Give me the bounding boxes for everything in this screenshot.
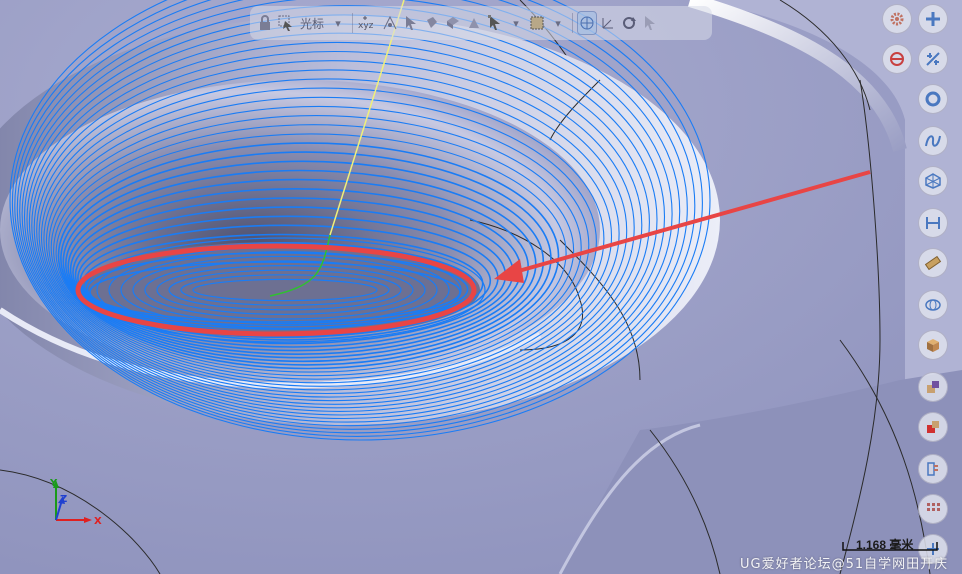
selection-box-icon[interactable] bbox=[528, 12, 546, 34]
constraint-icon[interactable] bbox=[918, 44, 948, 74]
body-select-icon[interactable] bbox=[444, 12, 462, 34]
dimension-icon[interactable] bbox=[918, 208, 948, 238]
triad-x-arrow bbox=[84, 517, 92, 523]
snap-point-icon[interactable] bbox=[381, 12, 399, 34]
sphere-icon[interactable] bbox=[918, 290, 948, 320]
cube-wireframe-icon[interactable] bbox=[918, 166, 948, 196]
color-swatch-purple-icon[interactable] bbox=[918, 372, 948, 402]
right-resource-bar bbox=[880, 0, 956, 574]
triad-z-label: Z bbox=[60, 494, 67, 505]
snap-mode-label[interactable]: 光标 bbox=[298, 12, 326, 34]
coordinate-system-icon[interactable] bbox=[599, 12, 617, 34]
box-shade-icon[interactable] bbox=[918, 330, 948, 360]
cursor-select-icon[interactable] bbox=[277, 12, 295, 34]
view-triad[interactable]: Y Z X bbox=[42, 476, 112, 536]
chevron-down-icon[interactable]: ▾ bbox=[549, 12, 567, 34]
settings-gear-icon[interactable] bbox=[882, 4, 912, 34]
lock-icon[interactable] bbox=[256, 12, 274, 34]
circle-icon[interactable] bbox=[918, 84, 948, 114]
arrow-select-icon[interactable] bbox=[402, 12, 420, 34]
layers-icon[interactable] bbox=[918, 454, 948, 484]
cursor-icon[interactable] bbox=[641, 12, 659, 34]
selection-toolbar: 光标 ▾ xyz ▾ ▾ bbox=[250, 6, 712, 40]
ruler-icon[interactable] bbox=[918, 248, 948, 278]
triad-y-label: Y bbox=[49, 478, 58, 489]
face-select-icon[interactable] bbox=[423, 12, 441, 34]
chevron-down-icon[interactable]: ▾ bbox=[507, 12, 525, 34]
color-swatch-red-icon[interactable] bbox=[918, 412, 948, 442]
chevron-down-icon[interactable]: ▾ bbox=[329, 12, 347, 34]
view-triad-icon[interactable] bbox=[577, 11, 598, 35]
xyz-coordinate-icon[interactable]: xyz bbox=[358, 12, 378, 34]
edge-select-icon[interactable] bbox=[465, 12, 483, 34]
svg-text:xyz: xyz bbox=[358, 21, 374, 31]
add-plus-icon[interactable] bbox=[918, 4, 948, 34]
scale-value: 1.168 毫米 bbox=[856, 538, 914, 552]
triad-x-label: X bbox=[94, 516, 102, 527]
toolbar-separator bbox=[572, 13, 574, 33]
graphics-window[interactable] bbox=[0, 0, 962, 574]
toolbar-separator bbox=[352, 13, 354, 33]
grid-dots-icon[interactable] bbox=[918, 494, 948, 524]
no-entry-icon[interactable] bbox=[882, 44, 912, 74]
curve-icon[interactable] bbox=[918, 126, 948, 156]
filter-icon[interactable] bbox=[486, 12, 504, 34]
cad-model-view[interactable] bbox=[0, 0, 962, 574]
rotate-view-icon[interactable] bbox=[620, 12, 638, 34]
watermark-text: UG爱好者论坛@51自学网田开庆 bbox=[740, 557, 949, 572]
